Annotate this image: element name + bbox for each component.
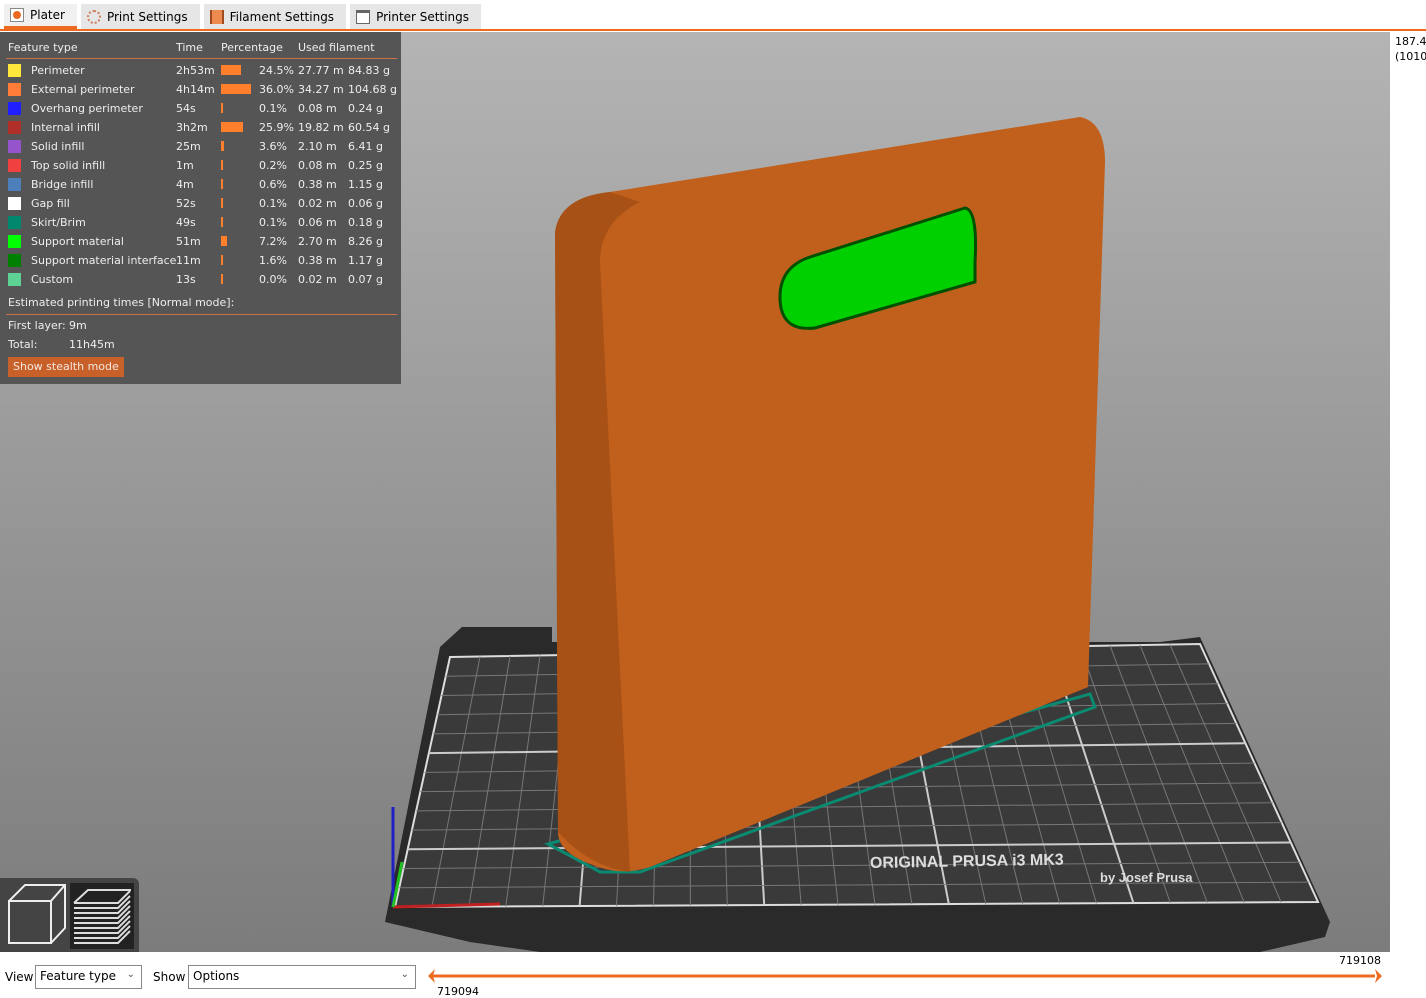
- legend-row: Perimeter 2h53m 24.5% 27.77 m 84.83 g: [0, 61, 401, 80]
- legend-row: Solid infill 25m 3.6% 2.10 m 6.41 g: [0, 137, 401, 156]
- color-swatch: [8, 254, 21, 267]
- divider: [6, 58, 397, 59]
- show-options-select[interactable]: Options⌄: [188, 965, 416, 989]
- legend-row: Top solid infill 1m 0.2% 0.08 m 0.25 g: [0, 156, 401, 175]
- gear-icon: [87, 10, 101, 24]
- filament-spool-icon: [210, 10, 224, 24]
- slider-max-label: 719108: [1339, 954, 1381, 967]
- color-swatch: [8, 197, 21, 210]
- slider-max-thumb[interactable]: [1375, 969, 1382, 983]
- percentage-bar: [221, 198, 223, 208]
- color-swatch: [8, 121, 21, 134]
- color-swatch: [8, 178, 21, 191]
- first-layer-time: First layer:9m: [0, 316, 401, 335]
- legend-row: Support material 51m 7.2% 2.70 m 8.26 g: [0, 232, 401, 251]
- tab-printer-settings[interactable]: Printer Settings: [350, 4, 481, 29]
- bed-brand: ORIGINAL PRUSA i3 MK3: [870, 852, 1064, 872]
- color-swatch: [8, 235, 21, 248]
- estimated-title: Estimated printing times [Normal mode]:: [0, 293, 401, 312]
- slider-min-label: 719094: [437, 985, 479, 998]
- percentage-bar: [221, 84, 251, 94]
- divider: [6, 314, 397, 315]
- tab-plater[interactable]: Plater: [4, 4, 77, 29]
- percentage-bar: [221, 65, 241, 75]
- percentage-bar: [221, 160, 223, 170]
- legend-row: Custom 13s 0.0% 0.02 m 0.07 g: [0, 270, 401, 289]
- total-time: Total:11h45m: [0, 335, 401, 354]
- 3d-view-cube-icon[interactable]: [9, 885, 65, 943]
- percentage-bar: [221, 141, 224, 151]
- printer-icon: [356, 10, 370, 24]
- layer-number-label: (1010): [1395, 49, 1426, 64]
- legend-header: Feature type Time Percentage Used filame…: [0, 38, 401, 57]
- tab-print-settings[interactable]: Print Settings: [81, 4, 200, 29]
- legend-row: External perimeter 4h14m 36.0% 34.27 m 1…: [0, 80, 401, 99]
- color-swatch: [8, 273, 21, 286]
- view-label: View: [5, 970, 33, 984]
- percentage-bar: [221, 255, 223, 265]
- view-toolbar: [0, 878, 139, 952]
- bottom-bar: View Feature type⌄ Show Options⌄ 719108 …: [0, 952, 1426, 996]
- tab-filament-settings[interactable]: Filament Settings: [204, 4, 346, 29]
- color-swatch: [8, 64, 21, 77]
- color-swatch: [8, 140, 21, 153]
- color-swatch: [8, 102, 21, 115]
- percentage-bar: [221, 274, 223, 284]
- legend-row: Skirt/Brim 49s 0.1% 0.06 m 0.18 g: [0, 213, 401, 232]
- horizontal-move-slider[interactable]: [425, 966, 1385, 986]
- view-type-select[interactable]: Feature type⌄: [35, 965, 142, 989]
- legend-row: Bridge infill 4m 0.6% 0.38 m 1.15 g: [0, 175, 401, 194]
- show-label: Show: [153, 970, 185, 984]
- layer-height-label: 187.40: [1395, 34, 1426, 49]
- 3d-preview-canvas[interactable]: ORIGINAL PRUSA i3 MK3 by Josef Prusa Fea…: [0, 32, 1390, 952]
- percentage-bar: [221, 217, 223, 227]
- percentage-bar: [221, 179, 223, 189]
- legend-row: Overhang perimeter 54s 0.1% 0.08 m 0.24 …: [0, 99, 401, 118]
- vertical-layer-slider[interactable]: 187.40 (1010): [1390, 32, 1426, 952]
- legend-panel: Feature type Time Percentage Used filame…: [0, 32, 401, 384]
- legend-row: Internal infill 3h2m 25.9% 19.82 m 60.54…: [0, 118, 401, 137]
- chevron-down-icon: ⌄: [127, 969, 135, 980]
- color-swatch: [8, 159, 21, 172]
- bed-brand-sub: by Josef Prusa: [1100, 870, 1193, 885]
- chevron-down-icon: ⌄: [401, 969, 409, 980]
- legend-row: Support material interface 11m 1.6% 0.38…: [0, 251, 401, 270]
- percentage-bar: [221, 103, 223, 113]
- show-stealth-mode-button[interactable]: Show stealth mode: [8, 357, 124, 377]
- color-swatch: [8, 83, 21, 96]
- legend-row: Gap fill 52s 0.1% 0.02 m 0.06 g: [0, 194, 401, 213]
- percentage-bar: [221, 122, 243, 132]
- plater-icon: [10, 8, 24, 22]
- color-swatch: [8, 216, 21, 229]
- percentage-bar: [221, 236, 227, 246]
- tab-bar: Plater Print Settings Filament Settings …: [0, 4, 1426, 31]
